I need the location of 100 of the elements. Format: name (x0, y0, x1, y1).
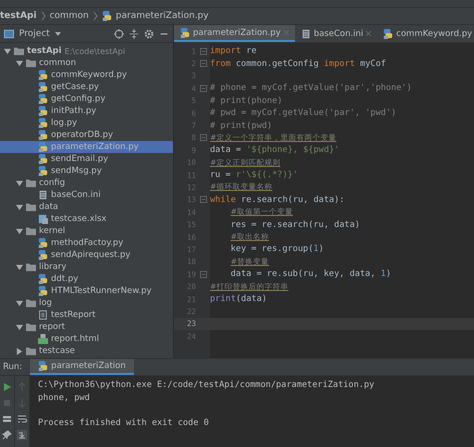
tree-item[interactable]: ddt.py (0, 273, 173, 285)
tree-item[interactable]: data (0, 201, 173, 213)
item-label: common (39, 58, 76, 68)
python-file-icon (180, 28, 190, 38)
spreadsheet-file-icon (38, 214, 48, 224)
tree-item[interactable]: testcase (0, 345, 173, 357)
item-label: getCase.py (51, 82, 99, 92)
python-file-icon (383, 28, 394, 38)
item-label: sendEmail.py (51, 154, 108, 164)
tree-item[interactable]: baseCon.ini (0, 189, 173, 201)
item-label: library (39, 262, 66, 272)
tree-item[interactable]: report.html (0, 333, 173, 345)
item-label: sendMsg.py (51, 166, 102, 176)
tree-item[interactable]: methodFactoy.py (0, 237, 173, 249)
dropdown-arrow-icon[interactable] (54, 32, 61, 36)
project-icon (4, 28, 14, 38)
python-file-icon (38, 106, 48, 116)
code-line: # pwd = myCof.getValue('par', 'pwd') (210, 108, 396, 118)
tree-item[interactable]: commKeyword.py (0, 69, 173, 81)
code-line: print(data) (210, 294, 267, 304)
chevron-icon (40, 11, 46, 21)
tree-item[interactable]: log.py (0, 117, 173, 129)
item-label: report.html (51, 334, 100, 344)
soft-wrap-icon[interactable] (17, 414, 27, 424)
scroll-to-end-icon[interactable] (17, 430, 27, 440)
item-label: operatorDB.py (51, 130, 114, 140)
expanded-arrow-icon[interactable] (16, 264, 23, 270)
breadcrumb-item[interactable]: common (50, 11, 89, 21)
expanded-arrow-icon[interactable] (16, 204, 23, 210)
tree-item[interactable]: config (0, 177, 173, 189)
code-line: # print(pwd) (210, 120, 272, 131)
item-label: testReport (51, 310, 96, 320)
editor-tab[interactable]: parameteriZation.py (174, 25, 295, 42)
folder-icon (26, 226, 36, 236)
expanded-arrow-icon[interactable] (16, 324, 23, 330)
code-line: import re (210, 46, 257, 56)
settings-icon[interactable] (144, 28, 154, 38)
run-tab[interactable]: parameteriZation (30, 359, 134, 375)
pin-icon[interactable] (2, 430, 12, 440)
console-output: C:\Python36\python.exe E:/code/testApi/common/parameteriZation.py (38, 380, 374, 392)
run-icon[interactable] (2, 382, 12, 392)
item-label: config (39, 178, 66, 188)
breadcrumb-item[interactable]: testApi (0, 11, 37, 21)
panel-title[interactable]: Project (19, 28, 50, 38)
folder-icon (26, 178, 36, 188)
item-label: ddt.py (51, 274, 78, 284)
tree-item[interactable]: log (0, 297, 173, 309)
code-line: res = re.search(ru, data) (230, 220, 360, 230)
python-file-icon (38, 250, 48, 260)
expanded-arrow-icon[interactable] (16, 180, 23, 186)
html-file-icon (38, 334, 48, 344)
folder-icon (26, 262, 36, 272)
item-label: baseCon.ini (51, 190, 101, 200)
folder-icon (26, 346, 36, 356)
editor-tab[interactable]: baseCon.ini (294, 25, 378, 42)
item-label: parameteriZation.py (51, 142, 139, 152)
tree-item[interactable]: testApi E:\code\testApi (0, 45, 173, 57)
run-label: Run: (3, 362, 22, 372)
code-line: # print(phone) (210, 96, 282, 106)
tree-item[interactable]: library (0, 261, 173, 273)
tree-item[interactable]: common (0, 57, 173, 69)
tree-item[interactable]: report (0, 321, 173, 333)
chevron-icon (92, 11, 98, 21)
tree-item[interactable]: testReport (0, 309, 173, 321)
tree-item[interactable]: operatorDB.py (0, 129, 173, 141)
target-icon[interactable] (114, 28, 124, 38)
python-file-icon (38, 286, 48, 296)
item-label: methodFactoy.py (51, 238, 124, 248)
expanded-arrow-icon[interactable] (16, 228, 23, 234)
collapse-icon[interactable] (129, 28, 139, 38)
tree-item[interactable]: sendApirequest.py (0, 249, 173, 261)
tree-item[interactable]: kernel (0, 225, 173, 237)
item-label: log (39, 298, 52, 308)
layout-icon[interactable] (2, 414, 12, 424)
python-file-icon (102, 11, 112, 21)
collapsed-arrow-icon[interactable] (16, 348, 23, 354)
console-output: phone, pwd (38, 392, 91, 405)
expanded-arrow-icon[interactable] (16, 60, 23, 66)
item-label: sendApirequest.py (51, 250, 130, 260)
console-output: Process finished with exit code 0 (38, 418, 210, 430)
tree-item[interactable]: HTMLTestRunnerNew.py (0, 285, 173, 297)
tree-item[interactable]: initPath.py (0, 105, 173, 117)
folder-icon (26, 202, 36, 212)
code-line: from common.getConfig import myCof (210, 58, 386, 69)
python-file-icon (38, 130, 48, 140)
tree-item[interactable]: getConfig.py (0, 93, 173, 105)
expanded-arrow-icon[interactable] (16, 300, 23, 306)
editor-tab[interactable]: commKeyword.py (377, 25, 474, 42)
expanded-arrow-icon[interactable] (4, 48, 11, 54)
tree-item[interactable]: testcase.xlsx (0, 213, 173, 225)
python-file-icon (38, 154, 48, 164)
code-line: data = re.sub(ru, key, data, 1) (230, 269, 392, 280)
tree-item[interactable]: sendMsg.py (0, 165, 173, 177)
python-file-icon (38, 118, 48, 128)
tree-item[interactable]: sendEmail.py (0, 153, 173, 165)
tree-item[interactable]: getCase.py (0, 81, 173, 93)
python-file-icon (38, 94, 48, 104)
breadcrumb-item[interactable]: parameteriZation.py (116, 11, 209, 21)
config-file-icon (300, 28, 311, 38)
code-line: while re.search(ru, data): (210, 194, 345, 205)
